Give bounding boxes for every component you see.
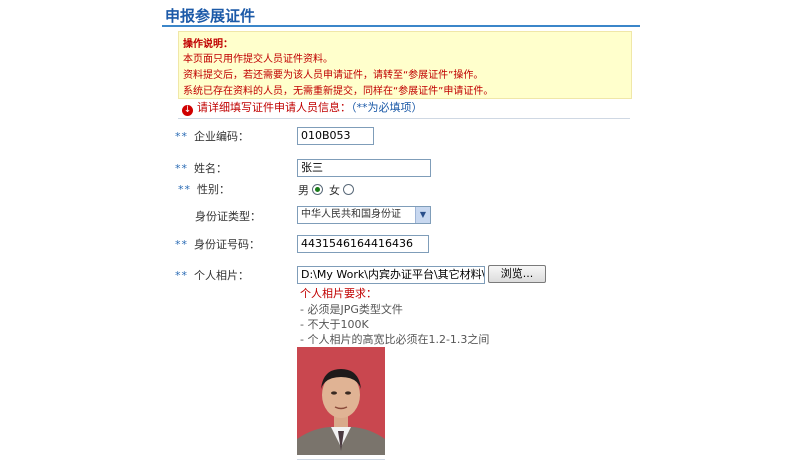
- id-type-select[interactable]: 中华人民共和国身份证 ▼: [297, 206, 431, 224]
- required-marker: **: [175, 238, 188, 251]
- photo-requirements-title: 个人相片要求：: [300, 287, 377, 300]
- arrow-down-icon: ↓: [182, 105, 193, 116]
- name-label: ** 姓名：: [175, 160, 227, 176]
- id-number-label: ** 身份证号码：: [175, 236, 260, 252]
- required-marker: **: [175, 130, 188, 143]
- browse-button[interactable]: 浏览...: [488, 265, 546, 283]
- id-number-field[interactable]: 4431546164416436: [297, 235, 429, 253]
- photo-label: ** 个人相片：: [175, 267, 249, 283]
- notice-box: 操作说明： 本页面只用作提交人员证件资料。 资料提交后，若还需要为该人员申请证件…: [178, 31, 632, 99]
- gender-female-radio[interactable]: [343, 184, 354, 195]
- gender-label-text: 性别：: [197, 183, 230, 196]
- required-note: （**为必填项）: [351, 101, 423, 114]
- id-type-label: 身份证类型：: [195, 210, 261, 223]
- photo-divider: [297, 459, 385, 460]
- required-marker: **: [175, 269, 188, 282]
- notice-line: 系统已存在资料的人员，无需重新提交，同样在“参展证件”申请证件。: [183, 86, 494, 97]
- gender-label: ** 性别：: [178, 181, 230, 197]
- photo-file-input[interactable]: D:\My Work\内宾办证平台\其它材料\: [297, 266, 485, 284]
- photo-label-text: 个人相片：: [194, 269, 249, 282]
- form-hint: ↓ 请详细填写证件申请人员信息：（**为必填项）: [182, 99, 423, 116]
- chevron-down-icon[interactable]: ▼: [415, 207, 430, 223]
- photo-requirement: - 不大于100K: [300, 318, 369, 331]
- company-code-label-text: 企业编码：: [194, 130, 249, 143]
- photo-requirement: - 必须是JPG类型文件: [300, 303, 403, 316]
- gender-male-radio[interactable]: [312, 184, 323, 195]
- id-type-selected: 中华人民共和国身份证: [301, 209, 401, 220]
- id-number-label-text: 身份证号码：: [194, 238, 260, 251]
- page-title: 申报参展证件: [165, 7, 256, 25]
- gender-female-label: 女: [329, 184, 340, 197]
- company-code-label: ** 企业编码：: [175, 128, 249, 144]
- applicant-photo: [297, 347, 385, 455]
- required-marker: **: [178, 183, 191, 196]
- notice-line: 本页面只用作提交人员证件资料。: [183, 54, 333, 65]
- gender-male-label: 男: [298, 184, 309, 197]
- required-marker: **: [175, 162, 188, 175]
- name-label-text: 姓名：: [194, 162, 227, 175]
- company-code-field[interactable]: 010B053: [297, 127, 374, 145]
- hint-text: 请详细填写证件申请人员信息：: [197, 101, 351, 114]
- name-field[interactable]: 张三: [297, 159, 431, 177]
- notice-heading: 操作说明：: [183, 39, 233, 50]
- page-container: 申报参展证件 操作说明： 本页面只用作提交人员证件资料。 资料提交后，若还需要为…: [150, 0, 650, 469]
- portrait-image: [297, 347, 385, 455]
- gender-options: 男女: [298, 182, 360, 198]
- photo-requirement: - 个人相片的高宽比必须在1.2-1.3之间: [300, 333, 490, 346]
- title-divider: [162, 25, 640, 27]
- form-divider: [178, 118, 630, 119]
- notice-line: 资料提交后，若还需要为该人员申请证件，请转至“参展证件”操作。: [183, 70, 484, 81]
